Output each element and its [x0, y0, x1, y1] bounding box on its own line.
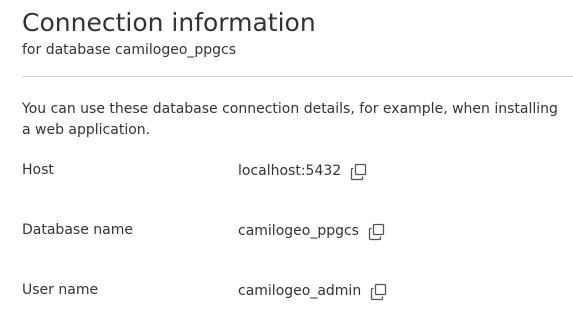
description-text: You can use these database connection de…: [22, 101, 558, 138]
page-subtitle: for database camilogeo_ppgcs: [22, 42, 237, 58]
copy-icon[interactable]: [350, 163, 368, 181]
user-name-value-container: camilogeo_admin: [238, 282, 388, 301]
user-name-label: User name: [22, 282, 99, 298]
copy-icon[interactable]: [370, 283, 388, 301]
host-value: localhost:5432: [238, 163, 342, 179]
database-name-label: Database name: [22, 222, 133, 238]
host-label: Host: [22, 162, 54, 178]
user-name-value: camilogeo_admin: [238, 283, 362, 299]
host-value-container: localhost:5432: [238, 162, 368, 181]
page-title: Connection information: [22, 8, 316, 37]
divider: [22, 76, 573, 77]
database-name-value: camilogeo_ppgcs: [238, 223, 359, 239]
copy-icon[interactable]: [368, 223, 386, 241]
database-name-value-container: camilogeo_ppgcs: [238, 222, 386, 241]
